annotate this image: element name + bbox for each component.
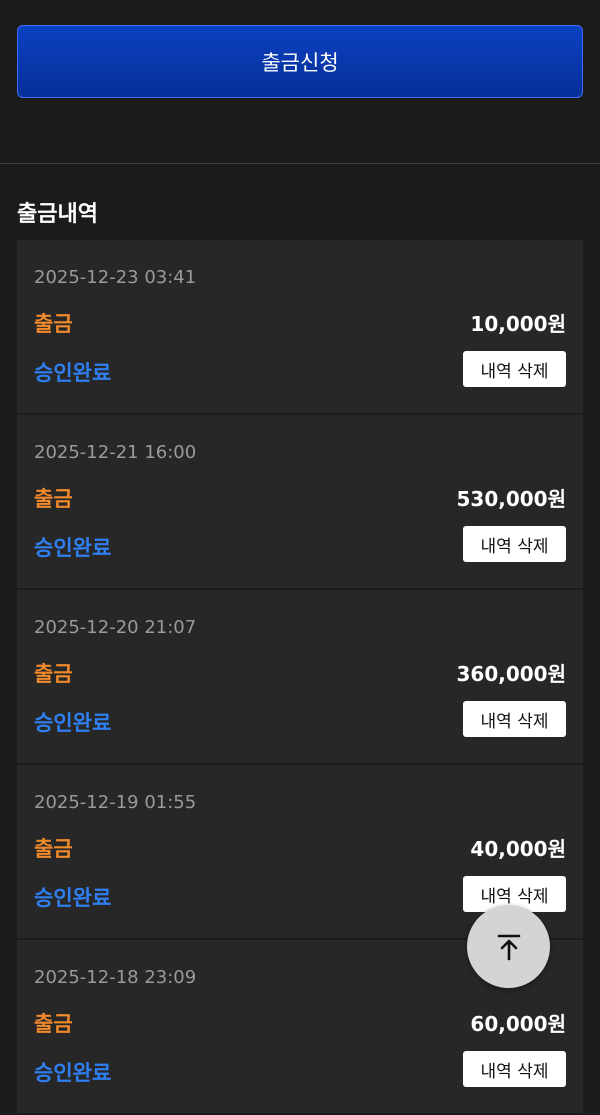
section-title: 출금내역 <box>17 202 98 227</box>
delete-history-button[interactable]: 내역 삭제 <box>463 701 566 737</box>
history-item: 2025-12-21 16:00 출금 530,000원 승인완료 내역 삭제 <box>17 415 583 588</box>
item-date: 2025-12-21 16:00 <box>34 442 197 463</box>
item-status: 승인완료 <box>34 886 112 910</box>
delete-history-button[interactable]: 내역 삭제 <box>463 351 566 387</box>
delete-history-button[interactable]: 내역 삭제 <box>463 526 566 562</box>
history-item: 2025-12-23 03:41 출금 10,000원 승인완료 내역 삭제 <box>17 240 583 413</box>
item-status: 승인완료 <box>34 361 112 385</box>
item-type: 출금 <box>34 662 73 686</box>
item-amount: 530,000원 <box>456 487 567 511</box>
item-type: 출금 <box>34 1012 73 1036</box>
item-type: 출금 <box>34 312 73 336</box>
scroll-to-top-button[interactable] <box>467 905 550 988</box>
item-amount: 10,000원 <box>470 312 566 336</box>
item-amount: 40,000원 <box>470 837 566 861</box>
top-area: 출금신청 <box>0 0 600 164</box>
withdraw-request-button[interactable]: 출금신청 <box>17 25 583 98</box>
item-amount: 60,000원 <box>470 1012 566 1036</box>
item-date: 2025-12-23 03:41 <box>34 267 197 288</box>
item-status: 승인완료 <box>34 711 112 735</box>
item-amount: 360,000원 <box>456 662 567 686</box>
item-type: 출금 <box>34 837 73 861</box>
item-type: 출금 <box>34 487 73 511</box>
item-date: 2025-12-18 23:09 <box>34 967 197 988</box>
arrow-up-to-line-icon <box>497 934 520 960</box>
history-item: 2025-12-20 21:07 출금 360,000원 승인완료 내역 삭제 <box>17 590 583 763</box>
item-status: 승인완료 <box>34 1061 112 1085</box>
item-date: 2025-12-20 21:07 <box>34 617 197 638</box>
delete-history-button[interactable]: 내역 삭제 <box>463 1051 566 1087</box>
item-status: 승인완료 <box>34 536 112 560</box>
item-date: 2025-12-19 01:55 <box>34 792 197 813</box>
